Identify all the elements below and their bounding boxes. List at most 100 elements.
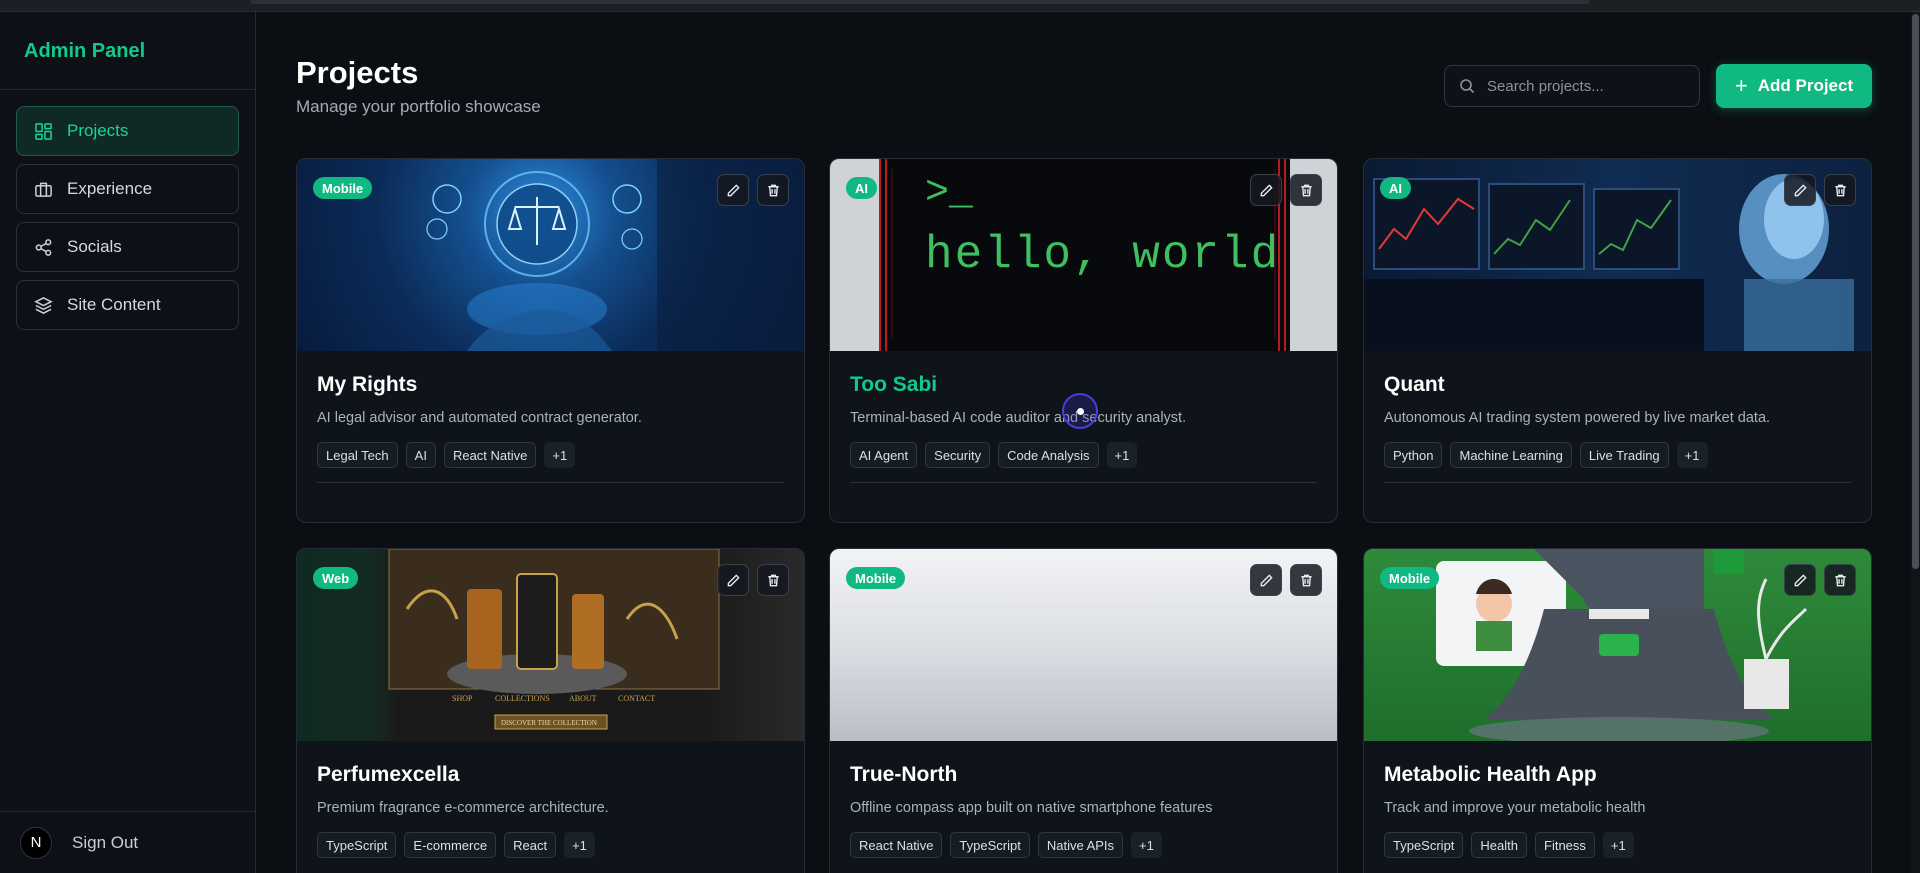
sidebar-item-label: Socials	[67, 237, 122, 256]
edit-button[interactable]	[1250, 174, 1282, 206]
page-subtitle: Manage your portfolio showcase	[296, 97, 541, 116]
category-badge: Web	[313, 567, 359, 589]
store-nav-collections: COLLECTIONS	[495, 694, 550, 703]
page-scrollbar[interactable]	[1911, 12, 1920, 873]
share-icon	[33, 237, 53, 257]
divider	[850, 482, 1317, 483]
project-image: Mobile	[297, 159, 804, 351]
trash-icon	[767, 184, 779, 196]
project-card-my-rights[interactable]: Mobile My Rights AI legal advisor and au…	[296, 158, 805, 523]
pencil-icon	[727, 183, 740, 196]
sign-out-button[interactable]: Sign Out	[72, 833, 138, 853]
tag-list: Python Machine Learning Live Trading +1	[1384, 442, 1851, 468]
project-title: My Rights	[317, 373, 418, 396]
tag: Native APIs	[1037, 832, 1124, 858]
delete-button[interactable]	[1290, 564, 1322, 596]
delete-button[interactable]	[757, 174, 789, 206]
project-description: Premium fragrance e-commerce architectur…	[317, 800, 609, 816]
edit-button[interactable]	[1250, 564, 1282, 596]
search-input[interactable]	[1487, 77, 1687, 95]
divider	[317, 482, 784, 483]
project-title: Perfumexcella	[317, 763, 460, 786]
divider	[1384, 482, 1851, 483]
pencil-icon	[1794, 573, 1807, 586]
store-nav-about: ABOUT	[569, 694, 597, 703]
trash-icon	[1300, 574, 1312, 586]
terminal-hello: hello, world	[925, 229, 1280, 281]
category-badge: Mobile	[313, 177, 373, 199]
project-card-true-north[interactable]: Mobile True-North Offline compass app bu…	[829, 548, 1338, 873]
plus-icon: +	[1734, 73, 1748, 98]
brand-title: Admin Panel	[0, 12, 255, 90]
project-card-perfumexcella[interactable]: SHOP COLLECTIONS ABOUT CONTACT DISCOVER …	[296, 548, 805, 873]
delete-button[interactable]	[757, 564, 789, 596]
tag: Python	[1384, 442, 1443, 468]
trash-icon	[1300, 184, 1312, 196]
add-project-button[interactable]: + Add Project	[1716, 64, 1872, 108]
project-description: Autonomous AI trading system powered by …	[1384, 410, 1771, 426]
more-tags-count: +1	[544, 442, 576, 468]
store-nav-shop: SHOP	[452, 694, 473, 703]
sidebar-item-label: Projects	[67, 121, 129, 140]
delete-button[interactable]	[1824, 564, 1856, 596]
terminal-prompt: >_	[925, 171, 974, 216]
layers-icon	[33, 295, 53, 315]
category-badge: AI	[1380, 177, 1411, 199]
page-title: Projects	[296, 55, 419, 90]
project-title: Metabolic Health App	[1384, 763, 1597, 786]
tag: TypeScript	[1384, 832, 1464, 858]
tag: Health	[1471, 832, 1527, 858]
sidebar-item-projects[interactable]: Projects	[16, 106, 239, 156]
scrollbar-thumb[interactable]	[1912, 14, 1919, 569]
search-box[interactable]	[1444, 65, 1700, 107]
project-image: >_ hello, world AI	[830, 159, 1337, 351]
project-card-too-sabi[interactable]: >_ hello, world AI Too Sabi Terminal-bas…	[829, 158, 1338, 523]
tag: Live Trading	[1579, 442, 1669, 468]
category-badge: Mobile	[846, 567, 906, 589]
tag: AI	[405, 442, 436, 468]
sidebar-item-site-content[interactable]: Site Content	[16, 280, 239, 330]
project-description: AI legal advisor and automated contract …	[317, 410, 642, 426]
trash-icon	[1834, 184, 1846, 196]
trash-icon	[767, 574, 779, 586]
sidebar-footer: N Sign Out	[0, 811, 255, 873]
project-card-metabolic-health[interactable]: Mobile Metabolic Health App Track and im…	[1363, 548, 1872, 873]
edit-button[interactable]	[717, 174, 749, 206]
browser-top-strip	[0, 0, 1920, 12]
dashboard-grid-icon	[33, 121, 53, 141]
delete-button[interactable]	[1290, 174, 1322, 206]
tag: Fitness	[1535, 832, 1595, 858]
sidebar: Admin Panel Projects Experience Socials …	[0, 12, 256, 873]
project-image: Mobile	[1364, 549, 1871, 741]
tag: Code Analysis	[998, 442, 1099, 468]
project-image: Mobile	[830, 549, 1337, 741]
pencil-icon	[1260, 573, 1273, 586]
search-icon	[1460, 79, 1475, 94]
tag: TypeScript	[317, 832, 397, 858]
edit-button[interactable]	[1784, 174, 1816, 206]
sidebar-item-label: Site Content	[67, 295, 161, 314]
tag: Machine Learning	[1450, 442, 1572, 468]
sidebar-item-socials[interactable]: Socials	[16, 222, 239, 272]
edit-button[interactable]	[1784, 564, 1816, 596]
sidebar-nav: Projects Experience Socials Site Content	[0, 90, 255, 354]
tag-list: Legal Tech AI React Native +1	[317, 442, 784, 468]
project-description: Track and improve your metabolic health	[1384, 800, 1646, 816]
briefcase-icon	[33, 179, 53, 199]
category-badge: Mobile	[1380, 567, 1440, 589]
more-tags-count: +1	[1106, 442, 1138, 468]
project-card-quant[interactable]: AI Quant Autonomous AI trading system po…	[1363, 158, 1872, 523]
tag: React Native	[850, 832, 943, 858]
pencil-icon	[1794, 183, 1807, 196]
more-tags-count: +1	[1602, 832, 1634, 858]
store-cta: DISCOVER THE COLLECTION	[501, 719, 597, 727]
project-image: SHOP COLLECTIONS ABOUT CONTACT DISCOVER …	[297, 549, 804, 741]
tag: E-commerce	[404, 832, 497, 858]
sidebar-item-experience[interactable]: Experience	[16, 164, 239, 214]
trash-icon	[1834, 574, 1846, 586]
project-description: Offline compass app built on native smar…	[850, 800, 1213, 816]
project-title: True-North	[850, 763, 958, 786]
edit-button[interactable]	[717, 564, 749, 596]
more-tags-count: +1	[564, 832, 595, 858]
delete-button[interactable]	[1824, 174, 1856, 206]
